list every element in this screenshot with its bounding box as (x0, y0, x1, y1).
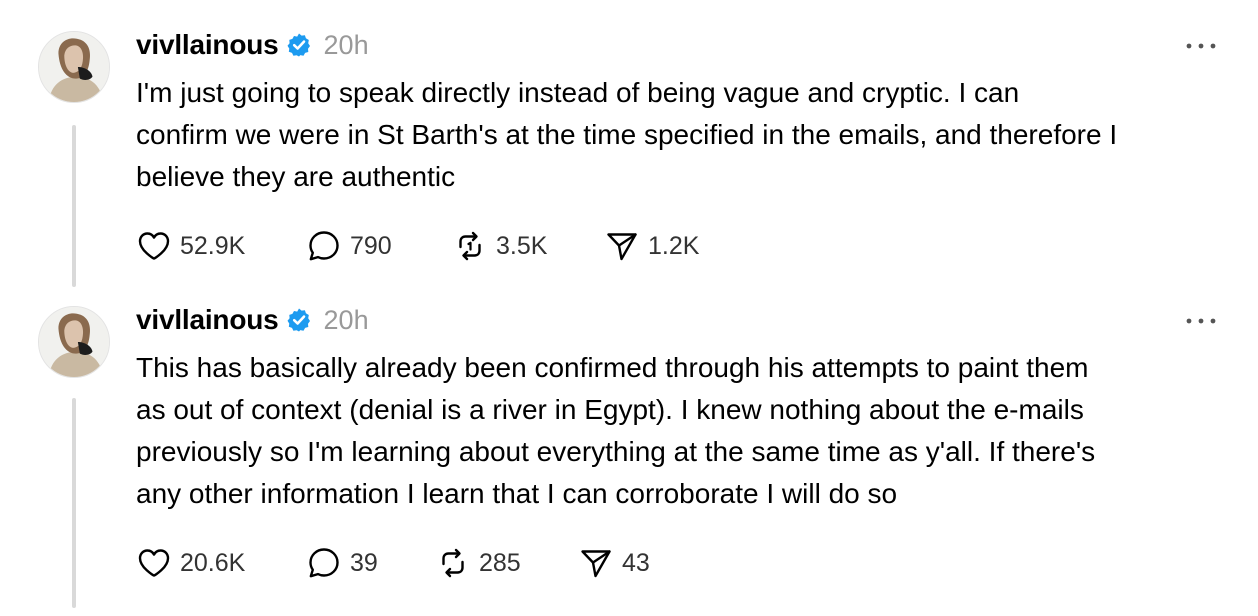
thread-line (72, 125, 76, 287)
verified-badge-icon (286, 307, 312, 333)
send-icon (581, 550, 611, 578)
send-icon (607, 233, 637, 261)
repost-icon (442, 548, 464, 578)
post-header: vivllainous 20h (136, 303, 369, 337)
repost-button[interactable]: 3.5K (452, 226, 547, 266)
post-text: This has basically already been confirme… (136, 352, 1096, 509)
reply-count: 39 (350, 548, 378, 577)
repost-icon (459, 231, 481, 261)
verified-badge-icon (286, 32, 312, 58)
avatar[interactable] (38, 31, 110, 103)
reply-button[interactable]: 790 (306, 226, 392, 266)
avatar-image (39, 32, 109, 102)
reply-count: 790 (350, 231, 392, 260)
like-button[interactable]: 20.6K (136, 543, 245, 583)
like-button[interactable]: 52.9K (136, 226, 245, 266)
reply-button[interactable]: 39 (306, 543, 378, 583)
heart-icon (138, 549, 170, 577)
comment-icon (309, 231, 339, 261)
share-count: 1.2K (648, 231, 700, 260)
more-options-icon[interactable] (1184, 311, 1218, 331)
share-button[interactable]: 1.2K (604, 226, 699, 266)
more-options-icon[interactable] (1184, 36, 1218, 56)
post-header: vivllainous 20h (136, 28, 369, 62)
thread-line (72, 398, 76, 608)
username[interactable]: vivllainous (136, 304, 279, 336)
repost-count: 3.5K (496, 231, 548, 260)
share-button[interactable]: 43 (578, 543, 650, 583)
heart-icon (138, 232, 170, 260)
repost-button[interactable]: 285 (435, 543, 521, 583)
like-count: 52.9K (180, 231, 246, 260)
post: vivllainous 20h This has basically alrea… (0, 292, 1258, 616)
like-count: 20.6K (180, 548, 246, 577)
post-text: I'm just going to speak directly instead… (136, 77, 1118, 192)
avatar-image (39, 307, 109, 377)
timestamp[interactable]: 20h (324, 305, 369, 336)
post: vivllainous 20h I'm just going to speak … (0, 0, 1258, 292)
comment-icon (309, 548, 339, 578)
share-count: 43 (622, 548, 650, 577)
username[interactable]: vivllainous (136, 29, 279, 61)
repost-count: 285 (479, 548, 521, 577)
avatar[interactable] (38, 306, 110, 378)
timestamp[interactable]: 20h (324, 30, 369, 61)
